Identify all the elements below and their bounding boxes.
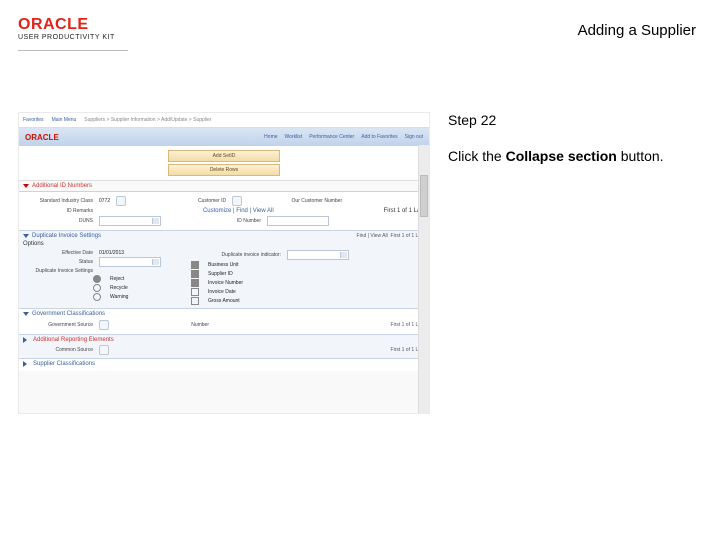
lbl-chk-bu: Business Unit [208,262,239,268]
val-effdate: 01/01/2013 [99,250,124,256]
duns-select[interactable] [99,216,161,226]
lbl-chk-supplier: Supplier ID [208,271,233,277]
subbrand-text: USER PRODUCTIVITY KIT [18,34,115,41]
lbl-effdate: Effective Date [23,250,93,256]
section-gov-header[interactable]: Government Classifications [23,311,425,317]
twisty-icon[interactable] [23,234,29,238]
lbl-warning: Warning [110,294,128,300]
status-select[interactable] [99,257,161,267]
lbl-former: Our Customer Number [272,198,342,204]
collapse-icon[interactable] [23,184,29,188]
lbl-dupind: Duplicate invoice indicator: [191,252,281,258]
twisty-icon[interactable] [23,361,30,367]
section-gov-label: Government Classifications [32,311,105,317]
section-dup: Duplicate Invoice Settings Find | View A… [19,230,429,308]
section-last: Supplier Classifications [19,358,429,371]
app-menubar: Favorites Main Menu Suppliers > Supplier… [19,113,429,128]
instruction-text: Click the Collapse section button. [448,148,702,164]
section-idnum-label: Additional ID Numbers [32,183,92,189]
lbl-chk-invdate: Invoice Date [208,289,236,295]
twisty-icon[interactable] [23,312,29,316]
dupind-select[interactable] [287,250,349,260]
oracle-logo: ORACLE USER PRODUCTIVITY KIT [18,16,115,41]
dup-nav: Find | View All First 1 of 1 Last [357,233,425,239]
section-addl-label: Additional Reporting Elements [33,337,114,343]
tab-fav[interactable]: Add to Favorites [361,134,397,140]
menu-favorites[interactable]: Favorites [23,117,44,123]
chk-invnum[interactable] [191,279,199,287]
lbl-remarks: ID Remarks [23,208,93,214]
section-dup-header[interactable]: Duplicate Invoice Settings Find | View A… [23,233,425,239]
app-logo: ORACLE [25,133,59,142]
tab-perf[interactable]: Performance Center [309,134,354,140]
menu-main[interactable]: Main Menu [52,117,77,123]
chk-amt[interactable] [191,297,199,305]
section-addl-header[interactable]: Additional Reporting Elements [23,337,425,343]
section-idnum[interactable]: Additional ID Numbers [19,180,429,191]
lookup-icon[interactable] [116,196,126,206]
lbl-chk-amt: Gross Amount [208,298,240,304]
lookup-icon[interactable] [232,196,242,206]
page-title: Adding a Supplier [578,22,696,39]
tab-worklist[interactable]: Worklist [285,134,303,140]
lbl-idnum: ID Number [191,218,261,224]
page-header: ORACLE USER PRODUCTIVITY KIT Adding a Su… [18,16,702,56]
idnum-body: Standard Industry Class0772 Customer ID … [19,191,429,230]
customize-link[interactable]: Customize | Find | View All [203,208,274,214]
radio-reject[interactable] [93,275,101,283]
step-label: Step 22 [448,112,702,128]
app-tabs: Home Worklist Performance Center Add to … [264,134,423,140]
section-last-header[interactable]: Supplier Classifications [23,361,425,367]
radio-recycle[interactable] [93,284,101,292]
text-after: button. [617,148,664,164]
radio-warning[interactable] [93,293,101,301]
options-label: Options [23,241,425,247]
button-column: Add SetID Delete Rows [19,146,429,180]
page: ORACLE USER PRODUCTIVITY KIT Adding a Su… [0,0,720,540]
divider [18,50,128,51]
section-gov: Government Classifications Government So… [19,308,429,334]
lbl-stdclass: Standard Industry Class [23,198,93,204]
section-addl: Additional Reporting Elements Common Sou… [19,334,429,358]
lbl-status: Status [23,259,93,265]
lookup-icon[interactable] [99,320,109,330]
scroll-thumb[interactable] [420,175,428,217]
instruction-panel: Step 22 Click the Collapse section butto… [430,112,702,480]
lbl-reject: Reject [110,276,124,282]
lbl-chk-invnum: Invoice Number [208,280,243,286]
section-dup-label: Duplicate Invoice Settings [32,233,101,239]
embedded-screenshot: Favorites Main Menu Suppliers > Supplier… [18,112,430,414]
content-row: Favorites Main Menu Suppliers > Supplier… [18,112,702,480]
text-before: Click the [448,148,506,164]
lbl-govsrc: Government Source [23,322,93,328]
brand-text: ORACLE [18,16,115,34]
chk-invdate[interactable] [191,288,199,296]
delete-rows-button[interactable]: Delete Rows [168,164,280,176]
twisty-icon[interactable] [23,337,30,343]
lbl-dupopt: Duplicate Invoice Settings [23,268,93,274]
app-brandbar: ORACLE Home Worklist Performance Center … [19,128,429,146]
add-setid-button[interactable]: Add SetID [168,150,280,162]
lbl-repsrc: Common Source [23,347,93,353]
tab-home[interactable]: Home [264,134,277,140]
lbl-customer: Customer ID [156,198,226,204]
lbl-recycle: Recycle [110,285,128,291]
tab-signout[interactable]: Sign out [405,134,423,140]
lbl-duns: DUNS [23,218,93,224]
breadcrumb: Suppliers > Supplier Information > Add/U… [84,117,211,123]
scrollbar[interactable] [418,145,429,413]
chk-supplier[interactable] [191,270,199,278]
val-stdclass: 0772 [99,198,110,204]
section-last-label: Supplier Classifications [33,361,95,367]
lookup-icon[interactable] [99,345,109,355]
lbl-num: Number [139,322,209,328]
chk-bu[interactable] [191,261,199,269]
text-bold: Collapse section [506,148,617,164]
idnum-input[interactable] [267,216,329,226]
